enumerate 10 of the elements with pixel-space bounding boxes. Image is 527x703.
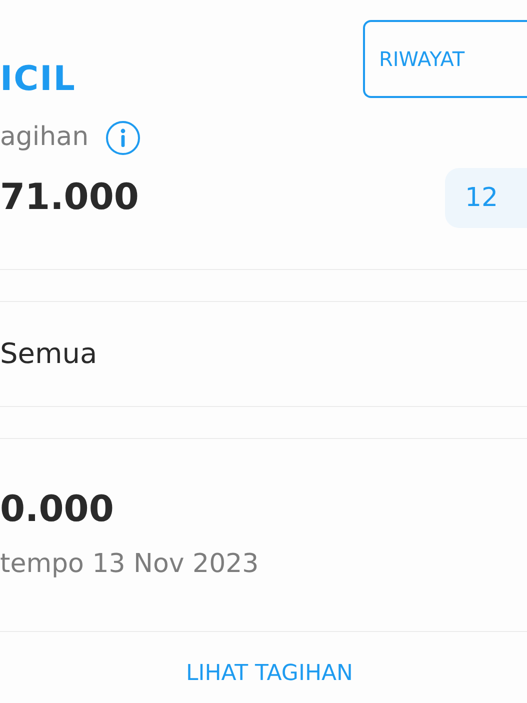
tenor-badge: 12 [445, 168, 527, 228]
bill-amount: 71.000 [0, 176, 139, 220]
view-bills-link[interactable]: LIHAT TAGIHAN [180, 656, 360, 691]
bill-label: agihan [0, 121, 89, 154]
history-button[interactable]: RIWAYAT [363, 20, 527, 98]
filter-value[interactable]: Semua [0, 333, 98, 375]
info-icon[interactable] [104, 120, 141, 156]
due-amount: 0.000 [0, 488, 115, 532]
app-title: ICIL [0, 58, 76, 101]
due-date: tempo 13 Nov 2023 [0, 548, 260, 581]
